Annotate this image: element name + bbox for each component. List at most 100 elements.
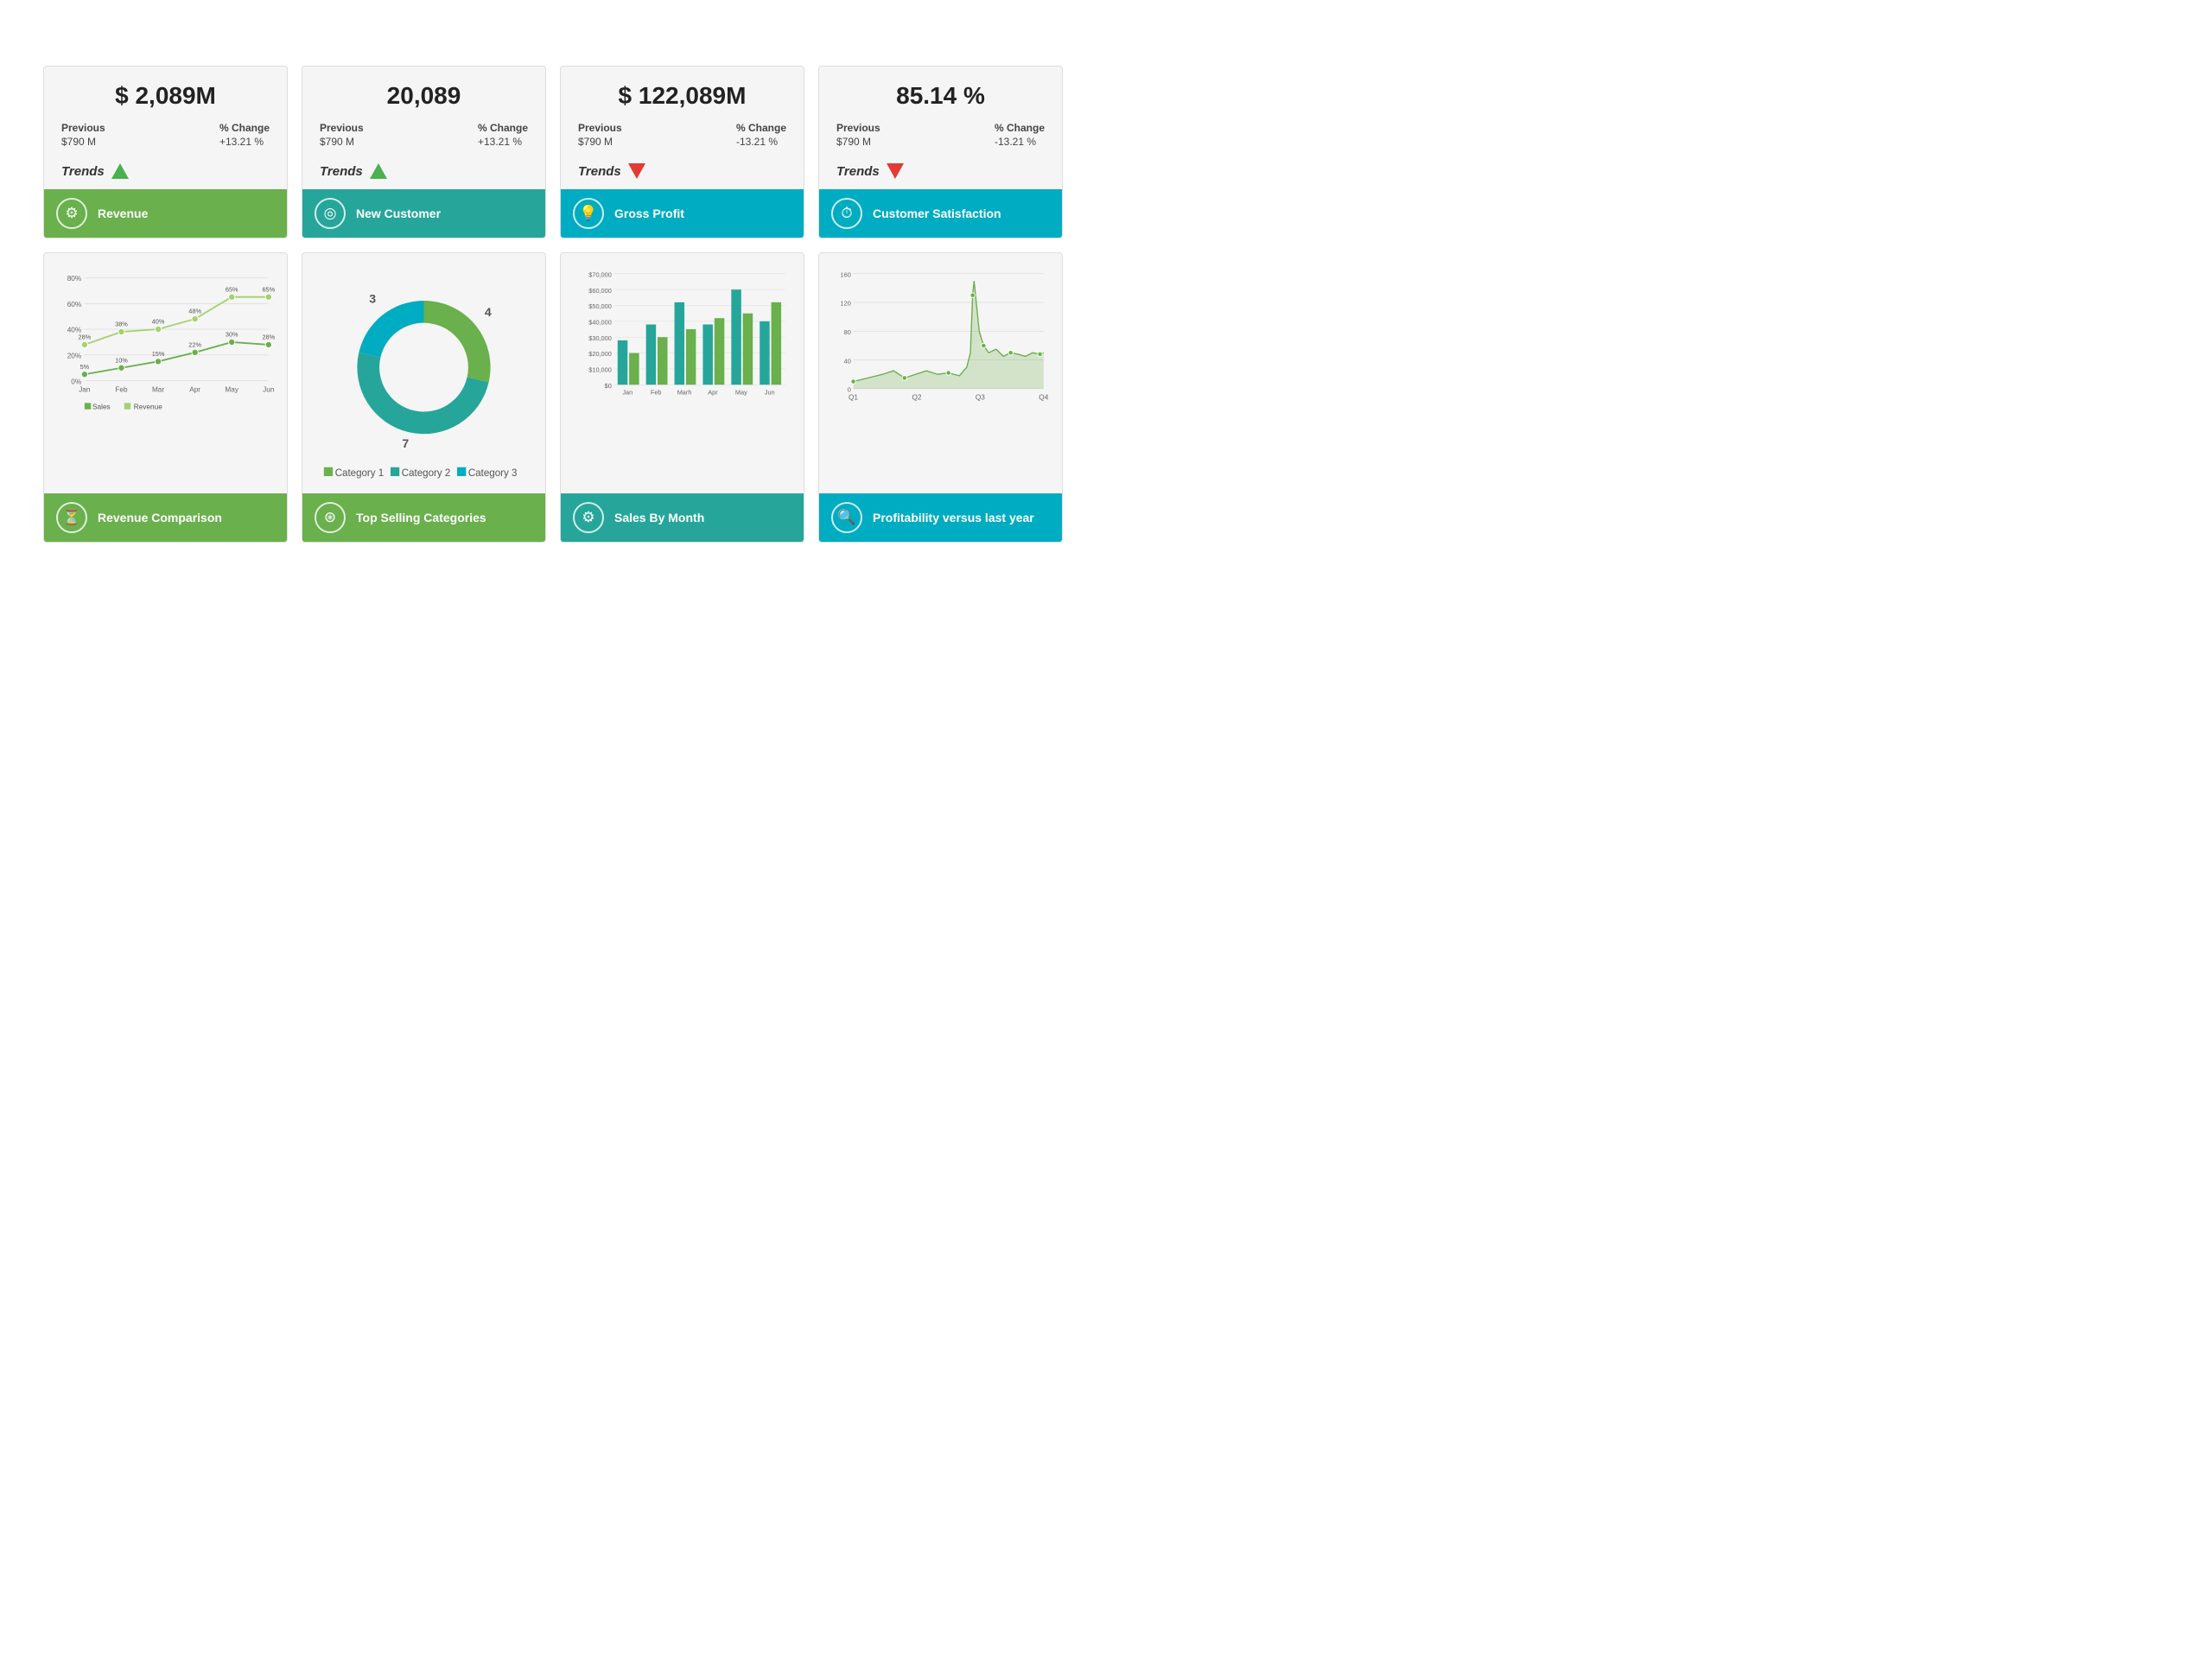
- footer-label: Gross Profit: [614, 207, 684, 221]
- svg-text:Revenue: Revenue: [134, 404, 162, 411]
- svg-text:Apr: Apr: [189, 386, 200, 394]
- card-body: $ 2,089M Previous $790 M % Change +13.21…: [44, 67, 287, 189]
- chart-card-revenue-comparison: 0% 20% 40% 60% 80% 5% 10% 15% 22% 30% 28…: [43, 252, 288, 543]
- trend-down-icon: [628, 163, 645, 179]
- kpi-value: 20,089: [320, 82, 528, 110]
- footer-icon: 💡: [573, 198, 604, 229]
- card-footer: ⏱ Customer Satisfaction: [819, 189, 1062, 238]
- footer-icon: ⚙: [56, 198, 87, 229]
- svg-text:65%: 65%: [262, 285, 275, 293]
- card-stats: Previous $790 M % Change -13.21 %: [578, 122, 786, 148]
- stat-change: % Change +13.21 %: [478, 122, 528, 148]
- svg-text:Feb: Feb: [115, 386, 128, 394]
- svg-text:Q4: Q4: [1039, 394, 1048, 402]
- svg-text:48%: 48%: [188, 308, 201, 315]
- svg-text:20%: 20%: [67, 353, 82, 360]
- svg-text:$0: $0: [605, 382, 612, 390]
- card-footer: ◎ New Customer: [302, 189, 545, 238]
- card-footer: ⊛ Top Selling Categories: [302, 493, 545, 542]
- svg-text:Category 1: Category 1: [335, 468, 384, 479]
- previous-value: $790 M: [836, 136, 880, 148]
- trends-row: Trends: [61, 156, 270, 179]
- change-label: % Change: [736, 122, 786, 134]
- svg-text:Mar: Mar: [152, 386, 164, 394]
- svg-text:40: 40: [844, 357, 851, 365]
- dashboard: $ 2,089M Previous $790 M % Change +13.21…: [43, 66, 1063, 543]
- svg-text:Sales: Sales: [92, 404, 111, 411]
- chart-body: 0 40 80 120 160 Q1Q2Q3Q4: [819, 253, 1062, 493]
- card-stats: Previous $790 M % Change +13.21 %: [61, 122, 270, 148]
- kpi-value: $ 122,089M: [578, 82, 786, 110]
- svg-text:$20,000: $20,000: [588, 350, 612, 358]
- svg-text:40%: 40%: [152, 318, 165, 326]
- svg-text:Category 2: Category 2: [402, 468, 450, 479]
- previous-label: Previous: [61, 122, 105, 134]
- trend-down-icon: [887, 163, 904, 179]
- footer-icon: 🔍: [831, 502, 862, 533]
- trend-up-icon: [111, 163, 129, 179]
- svg-text:0%: 0%: [71, 378, 82, 385]
- change-label: % Change: [219, 122, 270, 134]
- svg-text:80%: 80%: [67, 275, 82, 283]
- kpi-card-gross-profit: $ 122,089M Previous $790 M % Change -13.…: [560, 66, 804, 238]
- change-value: -13.21 %: [995, 136, 1045, 148]
- svg-text:May: May: [225, 386, 238, 394]
- kpi-value: 85.14 %: [836, 82, 1045, 110]
- svg-text:$60,000: $60,000: [588, 287, 612, 295]
- area-chart: 0 40 80 120 160 Q1Q2Q3Q4: [830, 262, 1052, 412]
- footer-label: Profitability versus last year: [873, 511, 1034, 525]
- card-footer: 💡 Gross Profit: [561, 189, 804, 238]
- svg-text:$50,000: $50,000: [588, 302, 612, 310]
- svg-text:$10,000: $10,000: [588, 366, 612, 374]
- chart-body: 0% 20% 40% 60% 80% 5% 10% 15% 22% 30% 28…: [44, 253, 287, 493]
- chart-body: $0 $10,000 $20,000 $30,000 $40,000 $50,0…: [561, 253, 804, 493]
- kpi-card-revenue: $ 2,089M Previous $790 M % Change +13.21…: [43, 66, 288, 238]
- svg-text:60%: 60%: [67, 301, 82, 308]
- svg-text:Apr: Apr: [708, 388, 718, 396]
- chart-card-top-selling-categories: 473 Category 1 Category 2 Category 3 ⊛ T…: [302, 252, 546, 543]
- svg-text:Q2: Q2: [912, 394, 921, 402]
- stat-previous: Previous $790 M: [320, 122, 364, 148]
- card-body: 20,089 Previous $790 M % Change +13.21 %…: [302, 67, 545, 189]
- footer-label: Sales By Month: [614, 511, 704, 525]
- chart-body: 473 Category 1 Category 2 Category 3: [302, 253, 545, 493]
- previous-value: $790 M: [320, 136, 364, 148]
- footer-label: New Customer: [356, 207, 441, 221]
- footer-icon: ⏱: [831, 198, 862, 229]
- footer-icon: ⏳: [56, 502, 87, 533]
- svg-text:Feb: Feb: [651, 388, 662, 396]
- svg-text:Jun: Jun: [765, 388, 775, 396]
- svg-text:0: 0: [848, 386, 851, 394]
- bar-chart: $0 $10,000 $20,000 $30,000 $40,000 $50,0…: [571, 262, 793, 412]
- card-stats: Previous $790 M % Change -13.21 %: [836, 122, 1045, 148]
- footer-icon: ⚙: [573, 502, 604, 533]
- previous-label: Previous: [578, 122, 622, 134]
- trends-label: Trends: [578, 164, 621, 179]
- svg-text:7: 7: [402, 436, 409, 450]
- svg-text:$30,000: $30,000: [588, 334, 612, 342]
- card-body: 85.14 % Previous $790 M % Change -13.21 …: [819, 67, 1062, 189]
- svg-text:65%: 65%: [226, 285, 238, 293]
- stat-change: % Change -13.21 %: [995, 122, 1045, 148]
- kpi-card-new-customer: 20,089 Previous $790 M % Change +13.21 %…: [302, 66, 546, 238]
- card-footer: ⚙ Sales By Month: [561, 493, 804, 542]
- trends-row: Trends: [836, 156, 1045, 179]
- kpi-value: $ 2,089M: [61, 82, 270, 110]
- svg-text:5%: 5%: [80, 363, 90, 371]
- stat-previous: Previous $790 M: [61, 122, 105, 148]
- trends-label: Trends: [61, 164, 105, 179]
- svg-text:Marh: Marh: [677, 388, 692, 396]
- previous-label: Previous: [320, 122, 364, 134]
- stat-previous: Previous $790 M: [578, 122, 622, 148]
- stat-previous: Previous $790 M: [836, 122, 880, 148]
- card-footer: 🔍 Profitability versus last year: [819, 493, 1062, 542]
- svg-text:15%: 15%: [152, 350, 165, 358]
- card-footer: ⏳ Revenue Comparison: [44, 493, 287, 542]
- svg-text:Q1: Q1: [849, 394, 858, 402]
- trend-up-icon: [370, 163, 387, 179]
- change-label: % Change: [995, 122, 1045, 134]
- svg-text:$40,000: $40,000: [588, 319, 612, 327]
- stat-change: % Change +13.21 %: [219, 122, 270, 148]
- footer-label: Revenue: [98, 207, 148, 221]
- svg-text:Jan: Jan: [622, 388, 632, 396]
